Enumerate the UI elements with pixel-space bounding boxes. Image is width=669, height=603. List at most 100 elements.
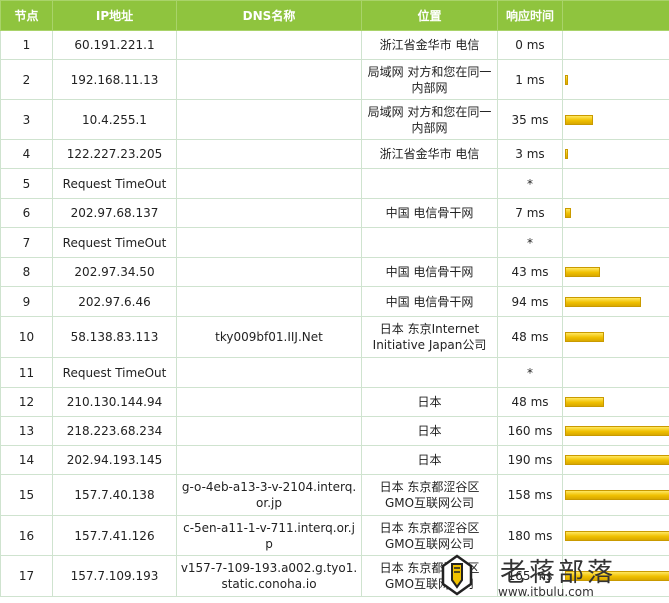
hop-location: 局域网 对方和您在同一内部网 [361, 99, 498, 140]
hop-location: 浙江省金华市 电信 [361, 139, 498, 169]
hop-dns-name [176, 99, 362, 140]
hop-number: 3 [0, 99, 53, 140]
hop-number: 10 [0, 316, 53, 358]
hop-number: 16 [0, 515, 53, 556]
hop-latency-bar-cell [562, 227, 669, 258]
hop-latency-bar-cell [562, 286, 669, 317]
site-watermark: 老蒋部落 www.itbulu.com [440, 552, 669, 603]
table-row: 7 Request TimeOut * [0, 227, 669, 258]
hop-ip-address: 202.97.34.50 [52, 257, 177, 287]
latency-bar [565, 74, 568, 85]
table-row: 12 210.130.144.94 日本 48 ms [0, 387, 669, 417]
hop-dns-name [176, 30, 362, 60]
hop-latency-bar-cell [562, 357, 669, 388]
hop-number: 4 [0, 139, 53, 169]
hop-response-time: * [497, 357, 563, 388]
table-header-row: 节点 IP地址 DNS名称 位置 响应时间 [0, 0, 669, 31]
hop-latency-bar-cell [562, 99, 669, 140]
latency-bar [565, 397, 604, 407]
hop-location: 日本 [361, 387, 498, 417]
hop-dns-name [176, 286, 362, 317]
hop-latency-bar-cell [562, 515, 669, 556]
hop-latency-bar-cell [562, 30, 669, 60]
latency-bar [565, 296, 641, 307]
latency-bar [565, 208, 571, 218]
hop-response-time: 180 ms [497, 515, 563, 556]
table-row: 9 202.97.6.46 中国 电信骨干网 94 ms [0, 286, 669, 317]
hop-ip-address: 202.97.68.137 [52, 198, 177, 228]
pencil-logo-icon [441, 554, 473, 596]
hop-response-time: 190 ms [497, 445, 563, 475]
hop-response-time: * [497, 168, 563, 199]
hop-number: 2 [0, 59, 53, 100]
col-header-ip: IP地址 [52, 0, 177, 31]
table-row: 11 Request TimeOut * [0, 357, 669, 388]
hop-dns-name [176, 357, 362, 388]
hop-number: 13 [0, 416, 53, 446]
hop-ip-address: 157.7.41.126 [52, 515, 177, 556]
hop-dns-name [176, 227, 362, 258]
latency-bar [565, 426, 669, 436]
hop-number: 12 [0, 387, 53, 417]
latency-bar [565, 530, 669, 541]
hop-dns-name [176, 168, 362, 199]
hop-latency-bar-cell [562, 316, 669, 358]
hop-number: 9 [0, 286, 53, 317]
latency-bar [565, 149, 568, 159]
hop-ip-address: 202.97.6.46 [52, 286, 177, 317]
table-row: 5 Request TimeOut * [0, 168, 669, 199]
hop-number: 5 [0, 168, 53, 199]
hop-ip-address: 157.7.109.193 [52, 555, 177, 597]
hop-response-time: 43 ms [497, 257, 563, 287]
col-header-location: 位置 [361, 0, 498, 31]
hop-response-time: 0 ms [497, 30, 563, 60]
col-header-response-time: 响应时间 [497, 0, 563, 31]
hop-number: 7 [0, 227, 53, 258]
hop-latency-bar-cell [562, 387, 669, 417]
hop-location: 日本 东京Internet Initiative Japan公司 [361, 316, 498, 358]
hop-location: 日本 东京都涩谷区GMO互联网公司 [361, 474, 498, 516]
hop-location: 日本 [361, 416, 498, 446]
hop-ip-address: 10.4.255.1 [52, 99, 177, 140]
table-row: 14 202.94.193.145 日本 190 ms [0, 445, 669, 475]
hop-number: 17 [0, 555, 53, 597]
hop-latency-bar-cell [562, 257, 669, 287]
hop-location: 浙江省金华市 电信 [361, 30, 498, 60]
hop-location [361, 168, 498, 199]
hop-dns-name [176, 445, 362, 475]
hop-number: 14 [0, 445, 53, 475]
hop-dns-name [176, 139, 362, 169]
hop-ip-address: 122.227.23.205 [52, 139, 177, 169]
hop-ip-address: 210.130.144.94 [52, 387, 177, 417]
watermark-title: 老蒋部落 [500, 558, 617, 588]
hop-response-time: 48 ms [497, 387, 563, 417]
hop-dns-name: c-5en-a11-1-v-711.interq.or.jp [176, 515, 362, 556]
hop-number: 6 [0, 198, 53, 228]
hop-latency-bar-cell [562, 198, 669, 228]
hop-response-time: 94 ms [497, 286, 563, 317]
hop-location [361, 227, 498, 258]
hop-ip-address: 192.168.11.13 [52, 59, 177, 100]
hop-ip-address: Request TimeOut [52, 357, 177, 388]
hop-latency-bar-cell [562, 416, 669, 446]
table-row: 1 60.191.221.1 浙江省金华市 电信 0 ms [0, 30, 669, 60]
hop-location: 中国 电信骨干网 [361, 257, 498, 287]
hop-response-time: 48 ms [497, 316, 563, 358]
hop-response-time: 3 ms [497, 139, 563, 169]
latency-bar [565, 332, 604, 342]
latency-bar [565, 490, 669, 500]
table-row: 8 202.97.34.50 中国 电信骨干网 43 ms [0, 257, 669, 287]
hop-location: 中国 电信骨干网 [361, 286, 498, 317]
hop-latency-bar-cell [562, 168, 669, 199]
hop-latency-bar-cell [562, 474, 669, 516]
hop-number: 11 [0, 357, 53, 388]
traceroute-table: 节点 IP地址 DNS名称 位置 响应时间 1 60.191.221.1 浙江省金华… [0, 0, 669, 597]
table-row: 16 157.7.41.126 c-5en-a11-1-v-711.interq.o… [0, 515, 669, 556]
hop-dns-name: v157-7-109-193.a002.g.tyo1.static.conoha… [176, 555, 362, 597]
col-header-dns: DNS名称 [176, 0, 362, 31]
hop-dns-name: tky009bf01.IIJ.Net [176, 316, 362, 358]
hop-number: 15 [0, 474, 53, 516]
hop-response-time: * [497, 227, 563, 258]
col-header-node: 节点 [0, 0, 53, 31]
hop-latency-bar-cell [562, 59, 669, 100]
